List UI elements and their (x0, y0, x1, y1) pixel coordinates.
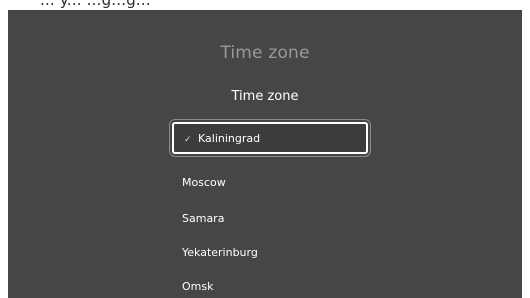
timezone-option-label: Kaliningrad (198, 132, 261, 145)
timezone-option-label: Omsk (182, 280, 214, 293)
screen-title: Time zone (220, 43, 310, 63)
timezone-option-yekaterinburg[interactable]: Yekaterinburg (174, 240, 364, 266)
timezone-option-moscow[interactable]: Moscow (174, 170, 364, 196)
timezone-option-label: Samara (182, 212, 225, 225)
timezone-option-label: Moscow (182, 176, 226, 189)
timezone-option-samara[interactable]: Samara (174, 206, 364, 232)
timezone-option-label: Yekaterinburg (182, 246, 258, 259)
timezone-screen: Time zone Time zone ✓ Kaliningrad Moscow … (8, 10, 522, 298)
check-icon: ✓ (184, 135, 192, 145)
timezone-option-kaliningrad[interactable]: ✓ Kaliningrad (169, 119, 371, 157)
timezone-option-omsk[interactable]: Omsk (174, 274, 364, 298)
clipped-caption: ... y... ...g...g... (40, 0, 151, 9)
list-title: Time zone (231, 89, 299, 104)
top-strip: ... y... ...g...g... (0, 0, 530, 10)
